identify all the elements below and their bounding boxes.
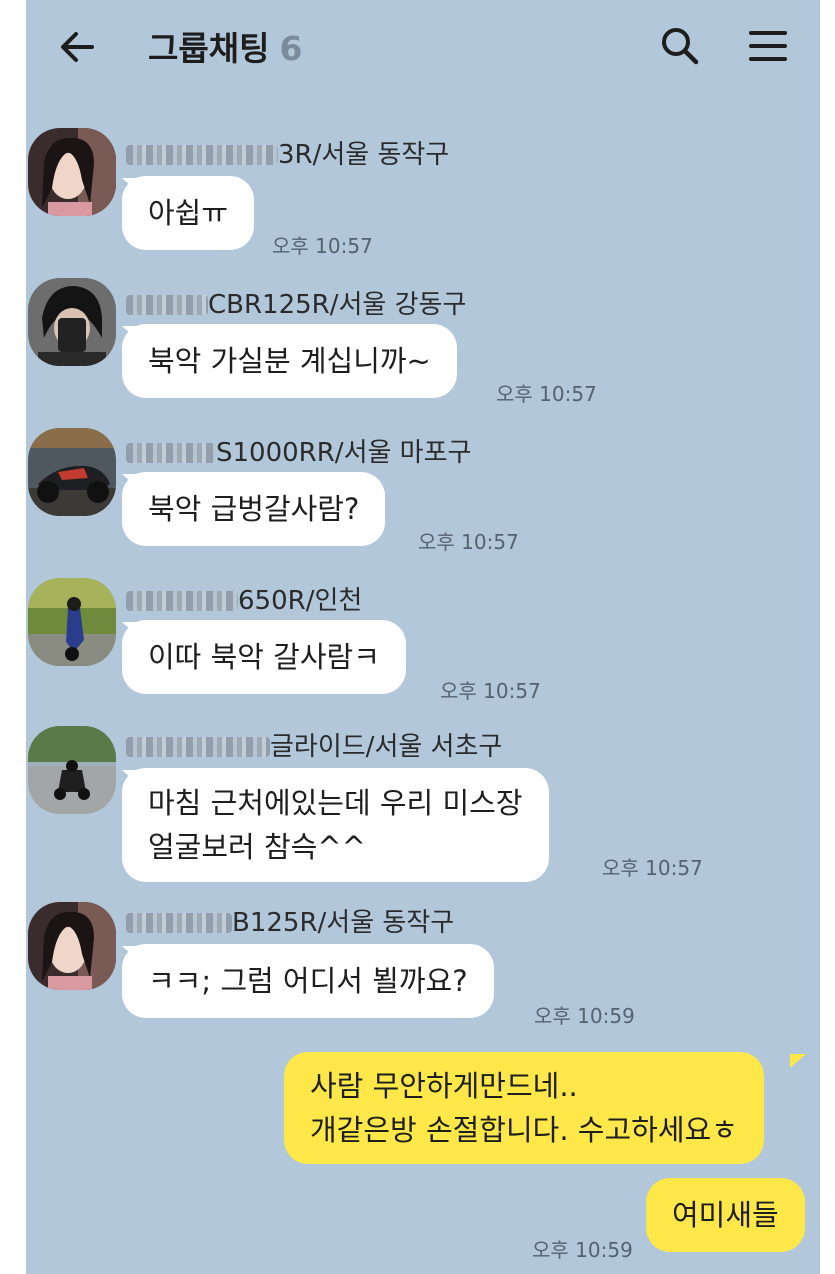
message-bubble[interactable]: 북악 가실분 계십니까~: [122, 324, 457, 398]
message-bubble[interactable]: 북악 급벙갈사람?: [122, 472, 386, 546]
message-time: 오후 10:57: [496, 382, 597, 406]
avatar[interactable]: [28, 726, 116, 814]
message-time: 오후 10:59: [532, 1238, 633, 1262]
avatar[interactable]: [28, 128, 116, 216]
avatar[interactable]: [28, 578, 116, 666]
message-time: 오후 10:57: [272, 234, 373, 258]
my-message-bubble[interactable]: 여미새들: [646, 1178, 805, 1252]
chat-room-name: 그룹채팅: [148, 29, 270, 68]
page-title: 그룹채팅 6: [148, 22, 302, 70]
sender-name: S1000RR/서울 마포구: [126, 432, 471, 469]
message-time: 오후 10:57: [602, 856, 703, 880]
sender-name: 3R/서울 동작구: [126, 134, 449, 171]
message-bubble[interactable]: 마침 근처에있는데 우리 미스장 얼굴보러 참슥^^: [122, 768, 549, 882]
message-time: 오후 10:59: [534, 1004, 635, 1028]
message-bubble[interactable]: 아쉽ㅠ: [122, 176, 255, 250]
message-bubble[interactable]: ㅋㅋ; 그럼 어디서 뵐까요?: [122, 944, 494, 1018]
avatar[interactable]: [28, 428, 116, 516]
search-icon[interactable]: [658, 24, 702, 68]
message-time: 오후 10:57: [418, 530, 519, 554]
member-count: 6: [279, 29, 303, 68]
menu-icon[interactable]: [746, 24, 790, 68]
back-arrow-icon[interactable]: [56, 25, 100, 69]
message-bubble[interactable]: 이따 북악 갈사람ㅋ: [122, 620, 406, 694]
chat-screen: 그룹채팅 6 3R/서울 동작구 아쉽ㅠ 오후 10:57 CBR125R/서울…: [26, 0, 820, 1274]
sender-name: CBR125R/서울 강동구: [126, 284, 466, 321]
avatar[interactable]: [28, 278, 116, 366]
chat-header: 그룹채팅 6: [26, 0, 820, 100]
sender-name: 글라이드/서울 서초구: [126, 726, 502, 763]
avatar[interactable]: [28, 902, 116, 990]
my-message-bubble[interactable]: 사람 무안하게만드네.. 개같은방 손절합니다. 수고하세요ㅎ: [284, 1052, 764, 1164]
bubble-tail: [790, 1054, 806, 1068]
sender-name: B125R/서울 동작구: [126, 902, 454, 939]
sender-name: 650R/인천: [126, 580, 362, 617]
message-time: 오후 10:57: [440, 679, 541, 703]
